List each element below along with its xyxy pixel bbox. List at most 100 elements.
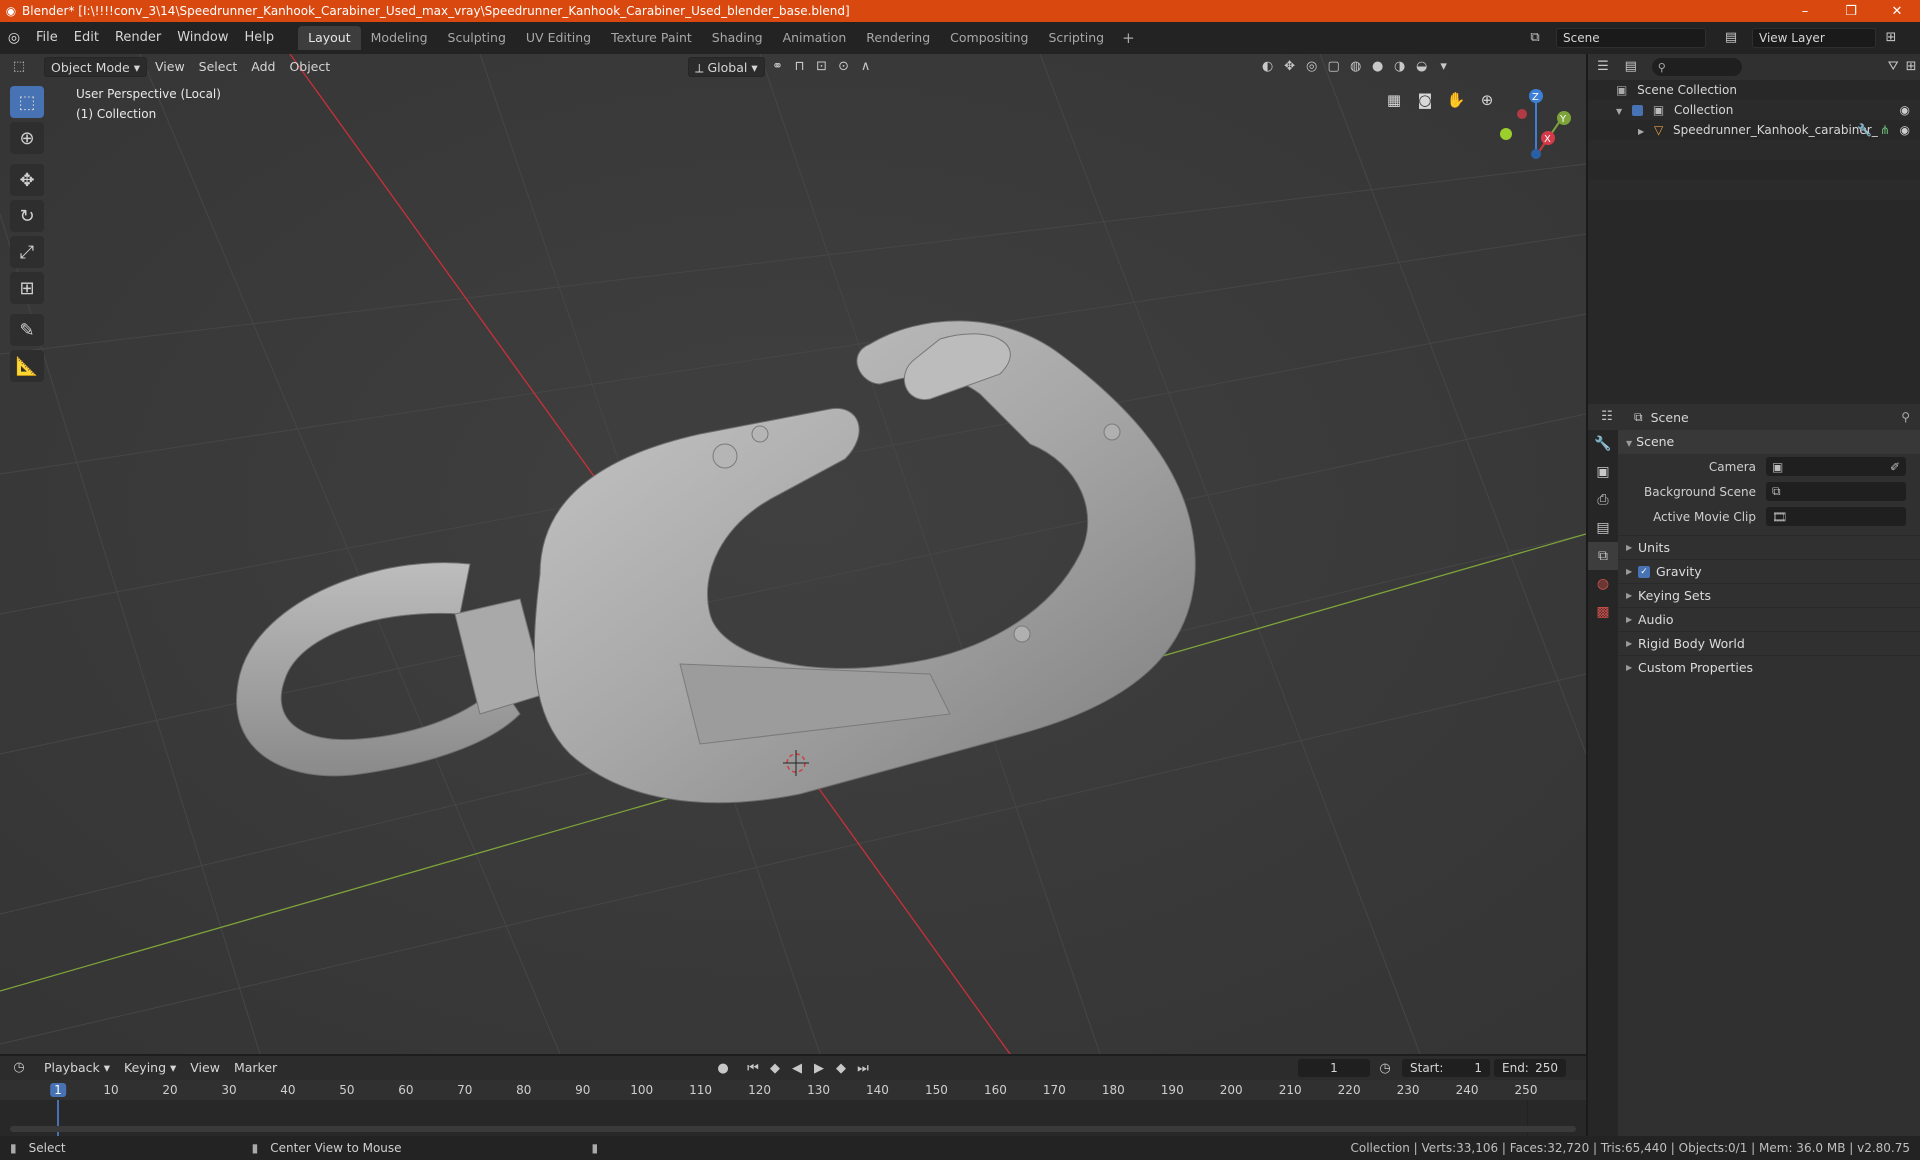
menu-edit[interactable]: Edit <box>66 27 107 49</box>
snap-target-icon[interactable]: ⊡ <box>811 57 833 77</box>
rotate-tool[interactable]: ↻ <box>10 200 44 232</box>
tab-tool-icon[interactable]: 🔧 <box>1588 430 1618 458</box>
expand-object-icon[interactable]: ▶ <box>1638 127 1644 136</box>
play-icon[interactable]: ▶ <box>808 1059 830 1079</box>
display-mode-icon[interactable]: ▤ <box>1622 57 1640 77</box>
expand-collection-icon[interactable]: ▼ <box>1616 107 1622 116</box>
outliner-search-input[interactable]: ⚲ <box>1651 58 1743 76</box>
tab-world-icon[interactable]: ◍ <box>1588 570 1618 598</box>
proportional-edit-icon[interactable]: ⊙ <box>833 57 855 77</box>
transform-tool[interactable]: ⊞ <box>10 272 44 304</box>
solid-shading-icon[interactable]: ● <box>1367 57 1389 77</box>
end-frame-field[interactable]: End: 250 <box>1494 1059 1566 1077</box>
new-view-layer-icon[interactable]: ⊞ <box>1880 28 1902 48</box>
properties-editor-icon[interactable]: ☷ <box>1596 407 1618 427</box>
pan-hand-icon[interactable]: ✋ <box>1442 86 1470 114</box>
outliner-scene-collection[interactable]: ▣ Scene Collection <box>1588 80 1920 100</box>
pin-icon[interactable]: ⚲ <box>1901 410 1910 424</box>
move-tool[interactable]: ✥ <box>10 164 44 196</box>
tab-uv-editing[interactable]: UV Editing <box>516 26 601 50</box>
add-menu[interactable]: Add <box>245 57 281 77</box>
tab-view-layer-icon[interactable]: ▤ <box>1588 514 1618 542</box>
tab-animation[interactable]: Animation <box>773 26 857 50</box>
prev-keyframe-icon[interactable]: ◆ <box>764 1059 786 1079</box>
editor-type-icon[interactable]: ⬚ <box>8 57 30 77</box>
tab-shading[interactable]: Shading <box>702 26 773 50</box>
tab-render-icon[interactable]: ▣ <box>1588 458 1618 486</box>
outliner-object[interactable]: ▶ ▽ Speedrunner_Kanhook_carabiner_ 🔧 ⋔ ◉ <box>1588 120 1920 140</box>
preview-range-clock-icon[interactable]: ◷ <box>1374 1059 1396 1079</box>
tab-compositing[interactable]: Compositing <box>940 26 1038 50</box>
collection-visibility-eye-icon[interactable]: ◉ <box>1900 100 1910 120</box>
transform-orientation-dropdown[interactable]: ⟂ Global ▾ <box>688 57 765 77</box>
minimize-button[interactable]: – <box>1782 0 1828 22</box>
zoom-icon[interactable]: ⊕ <box>1473 86 1501 114</box>
cursor-tool[interactable]: ⊕ <box>10 122 44 154</box>
scene-panel-header[interactable]: ▼ Scene <box>1618 430 1920 454</box>
object-menu[interactable]: Object <box>283 57 336 77</box>
rendered-shading-icon[interactable]: ◒ <box>1411 57 1433 77</box>
start-frame-field[interactable]: Start: 1 <box>1402 1059 1490 1077</box>
blender-menu-icon[interactable]: ◎ <box>0 30 28 46</box>
gravity-checkbox[interactable]: ✓ <box>1638 565 1650 578</box>
timeline-scrollbar[interactable] <box>10 1126 1576 1132</box>
background-scene-field[interactable]: ⧉ <box>1766 482 1906 501</box>
vertex-group-icon[interactable]: ⋔ <box>1880 120 1890 140</box>
material-shading-icon[interactable]: ◑ <box>1389 57 1411 77</box>
maximize-button[interactable]: ❐ <box>1828 0 1874 22</box>
tab-scripting[interactable]: Scripting <box>1039 26 1115 50</box>
movie-clip-field[interactable]: 🎞 <box>1766 507 1906 526</box>
tab-rendering[interactable]: Rendering <box>856 26 940 50</box>
scene-name-field[interactable]: Scene <box>1556 28 1706 48</box>
tab-scene-icon[interactable]: ⧉ <box>1588 542 1618 570</box>
select-box-tool[interactable]: ⬚ <box>10 86 44 118</box>
menu-window[interactable]: Window <box>169 27 236 49</box>
units-panel[interactable]: ▶ Units <box>1618 535 1920 559</box>
jump-end-icon[interactable]: ⏭ <box>852 1059 874 1079</box>
play-reverse-icon[interactable]: ◀ <box>786 1059 808 1079</box>
record-button-icon[interactable]: ● <box>712 1059 734 1079</box>
wireframe-shading-icon[interactable]: ◍ <box>1345 57 1367 77</box>
timeline-view-menu[interactable]: View <box>184 1058 226 1078</box>
overlays-icon[interactable]: ◎ <box>1301 57 1323 77</box>
pivot-icon[interactable]: ⚭ <box>767 57 789 77</box>
visibility-icon[interactable]: ◐ <box>1257 57 1279 77</box>
timeline-ruler[interactable]: 1 10 20 30 40 50 60 70 80 90 100 110 120 130 140 150 160… <box>0 1080 1586 1100</box>
view-layer-icon[interactable]: ▤ <box>1720 28 1742 48</box>
audio-panel[interactable]: ▶ Audio <box>1618 607 1920 631</box>
modifier-wrench-icon[interactable]: 🔧 <box>1857 120 1872 140</box>
keying-sets-panel[interactable]: ▶ Keying Sets <box>1618 583 1920 607</box>
tab-modeling[interactable]: Modeling <box>361 26 438 50</box>
keying-menu[interactable]: Keying ▾ <box>118 1058 182 1078</box>
view-menu[interactable]: View <box>149 57 191 77</box>
playback-menu[interactable]: Playback ▾ <box>38 1058 116 1078</box>
object-visibility-eye-icon[interactable]: ◉ <box>1900 120 1910 140</box>
falloff-icon[interactable]: ∧ <box>855 57 877 77</box>
tab-layout[interactable]: Layout <box>298 26 361 50</box>
measure-tool[interactable]: 📐 <box>10 350 44 382</box>
shading-options-icon[interactable]: ▾ <box>1433 57 1455 77</box>
close-button[interactable]: ✕ <box>1874 0 1920 22</box>
jump-start-icon[interactable]: ⏮ <box>742 1059 764 1079</box>
collection-checkbox[interactable] <box>1631 105 1643 116</box>
select-menu[interactable]: Select <box>193 57 244 77</box>
outliner-collection[interactable]: ▼ ▣ Collection ◉ <box>1588 100 1920 120</box>
timeline-editor-icon[interactable]: ◷ <box>8 1058 30 1078</box>
custom-properties-panel[interactable]: ▶ Custom Properties <box>1618 655 1920 679</box>
camera-field[interactable]: ▣ ✐ <box>1766 457 1906 476</box>
camera-view-icon[interactable]: ◙ <box>1411 86 1439 114</box>
add-workspace-button[interactable]: + <box>1114 29 1143 47</box>
tab-texture-icon[interactable]: ▩ <box>1588 598 1618 626</box>
gravity-panel[interactable]: ▶ ✓ Gravity <box>1618 559 1920 583</box>
object-mode-dropdown[interactable]: Object Mode ▾ <box>44 57 147 77</box>
current-frame-field[interactable]: 1 <box>1298 1059 1370 1077</box>
area-divider[interactable] <box>1586 54 1588 1136</box>
tab-texture-paint[interactable]: Texture Paint <box>601 26 702 50</box>
outliner-editor-icon[interactable]: ☰ <box>1594 57 1612 77</box>
scene-selector-icon[interactable]: ⧉ <box>1524 28 1546 48</box>
grid-view-icon[interactable]: ▦ <box>1380 86 1408 114</box>
view-layer-field[interactable]: View Layer <box>1752 28 1876 48</box>
menu-file[interactable]: File <box>28 27 66 49</box>
menu-help[interactable]: Help <box>237 27 283 49</box>
snap-icon[interactable]: ⊓ <box>789 57 811 77</box>
